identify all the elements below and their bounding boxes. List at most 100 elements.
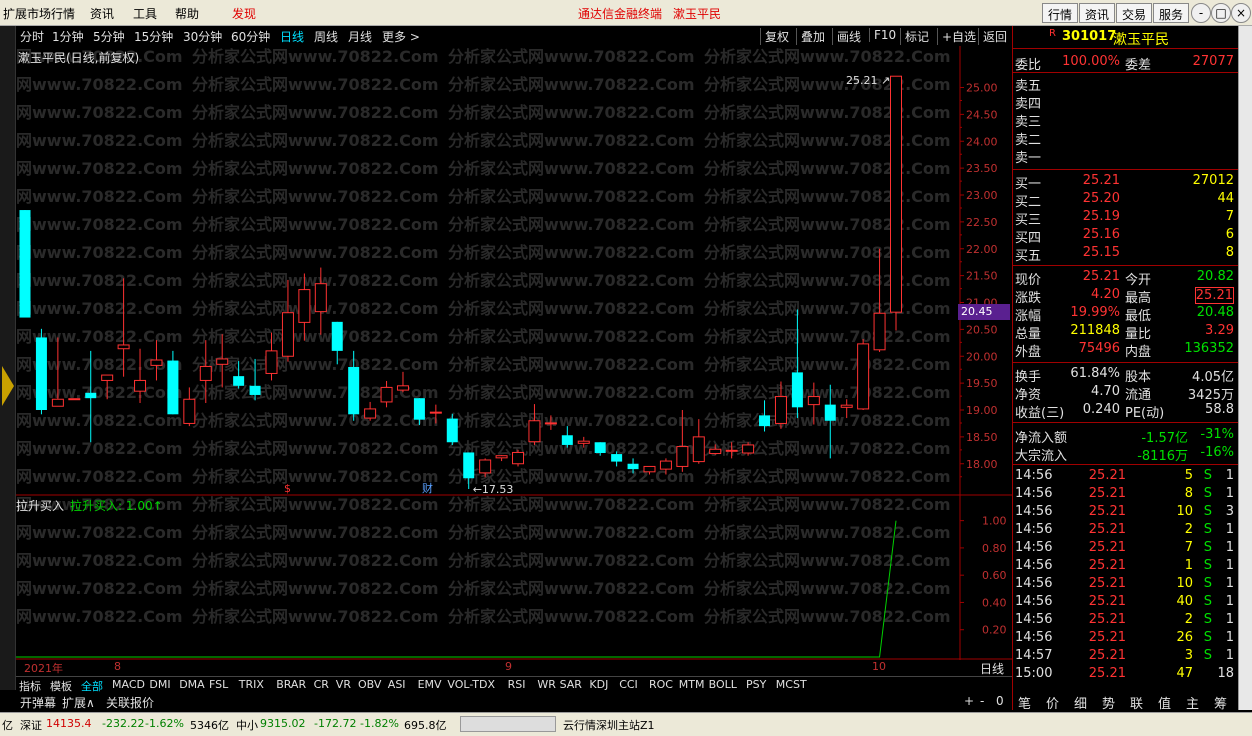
watermark-text: 分析家公式网www.70822.Com (16, 467, 183, 486)
period-30min[interactable]: 30分钟 (183, 28, 222, 45)
indicator-tab-24[interactable]: MCST (776, 678, 807, 691)
quote-tab-1[interactable]: 价 (1046, 693, 1059, 712)
indicator-tab-14[interactable]: VOL-TDX (447, 678, 495, 691)
menu-help[interactable]: 帮助 (175, 5, 199, 22)
indicator-tab-6[interactable]: FSL (209, 678, 228, 691)
quote-tab-0[interactable]: 笔 (1018, 693, 1031, 712)
indicator-tab-7[interactable]: TRIX (239, 678, 264, 691)
menu-info[interactable]: 资讯 (90, 5, 114, 22)
period-daily[interactable]: 日线 (280, 28, 304, 45)
indicator-tab-13[interactable]: EMV (418, 678, 442, 691)
chart-canvas[interactable]: 分析家公式网www.70822.Com 分析家公式网www.70822.Com 分析… (16, 46, 1012, 660)
buy-price: 25.20 (1082, 191, 1120, 206)
indicator-tab-17[interactable]: SAR (560, 678, 582, 691)
quote-tab-3[interactable]: 势 (1102, 693, 1115, 712)
server-status[interactable]: 云行情深圳主站Z1 (563, 717, 655, 733)
period-1min[interactable]: 1分钟 (52, 28, 84, 45)
adjust-button[interactable]: 复权 (760, 28, 789, 45)
back-button[interactable]: 返回 (978, 28, 1007, 45)
scrollbar[interactable] (1238, 26, 1252, 710)
indicator-tab-19[interactable]: CCI (619, 678, 638, 691)
tick-count: 3 (1225, 504, 1234, 519)
trade-button[interactable]: 交易 (1116, 3, 1153, 23)
indicator-tab-12[interactable]: ASI (388, 678, 406, 691)
quote-tab-2[interactable]: 细 (1074, 693, 1087, 712)
quote-tab-4[interactable]: 联 (1130, 693, 1143, 712)
tick-side: S (1203, 594, 1212, 609)
indicator-tab-18[interactable]: KDJ (589, 678, 608, 691)
buy-price: 25.15 (1082, 245, 1120, 260)
expand-arrow-icon[interactable] (2, 366, 14, 406)
tick-volume: 10 (1176, 504, 1193, 519)
candle-body (85, 392, 97, 399)
maximize-button[interactable]: □ (1211, 3, 1231, 23)
period-weekly[interactable]: 周线 (314, 28, 338, 45)
draw-button[interactable]: 画线 (832, 28, 861, 45)
period-more[interactable]: 更多 > (382, 28, 420, 45)
watermark-text: 分析家公式网www.70822.Com (192, 355, 439, 374)
indicator-tab-9[interactable]: CR (314, 678, 329, 691)
mark-button[interactable]: 标记 (900, 28, 929, 45)
zoom-reset-button[interactable]: 0 (996, 694, 1004, 708)
menu-extended-market[interactable]: 扩展市场行情 (3, 5, 75, 22)
watermark-text: 分析家公式网www.70822.Com (448, 355, 695, 374)
menu-discover[interactable]: 发现 (232, 5, 256, 22)
service-button[interactable]: 服务 (1153, 3, 1190, 23)
candle-body (429, 411, 442, 414)
candle-body (19, 210, 31, 318)
indicator-tab-3[interactable]: MACD (112, 678, 145, 691)
kline-chart[interactable]: 分析家公式网www.70822.Com 分析家公式网www.70822.Com 分析… (16, 46, 1012, 660)
period-timeshare[interactable]: 分时 (20, 28, 44, 45)
f10-button[interactable]: F10 (869, 28, 896, 42)
indicator-tab-8[interactable]: BRAR (276, 678, 306, 691)
close-button[interactable]: × (1231, 3, 1251, 23)
minimize-button[interactable]: - (1191, 3, 1211, 23)
indicator-tab-4[interactable]: DMI (149, 678, 170, 691)
indicator-tab-22[interactable]: BOLL (709, 678, 737, 691)
tick-time: 14:56 (1015, 468, 1053, 483)
flow-value: -8116万 (1137, 449, 1188, 464)
left-collapse-strip[interactable] (0, 26, 16, 690)
period-5min[interactable]: 5分钟 (93, 28, 125, 45)
indicator-tab-21[interactable]: MTM (679, 678, 705, 691)
watermark-text: 分析家公式网www.70822.Com (448, 551, 695, 570)
candle-body (643, 465, 656, 473)
tick-volume: 2 (1184, 612, 1193, 627)
buy-label: 买五 (1015, 249, 1042, 264)
related-quotes-tab[interactable]: 关联报价 (106, 694, 154, 711)
indicator-tab-20[interactable]: ROC (649, 678, 673, 691)
indicator-tab-23[interactable]: PSY (746, 678, 766, 691)
watermark-text: 分析家公式网www.70822.Com (448, 103, 695, 122)
period-60min[interactable]: 60分钟 (231, 28, 270, 45)
overlay-button[interactable]: 叠加 (796, 28, 825, 45)
indicator-tab-5[interactable]: DMA (179, 678, 205, 691)
watermark-text: 分析家公式网www.70822.Com (704, 383, 951, 402)
watermark-text: 分析家公式网www.70822.Com (448, 243, 695, 262)
danmaku-tab[interactable]: 开弹幕 (20, 694, 56, 711)
period-15min[interactable]: 15分钟 (134, 28, 173, 45)
add-watchlist-button[interactable]: +自选 (937, 28, 976, 45)
zoom-in-button[interactable]: + (964, 694, 974, 708)
quotes-button[interactable]: 行情 (1042, 3, 1079, 23)
extend-tab[interactable]: 扩展∧ (62, 694, 95, 711)
buy-price: 25.19 (1082, 209, 1120, 224)
quote-tab-6[interactable]: 主 (1186, 693, 1199, 712)
zoom-out-button[interactable]: - (980, 694, 984, 708)
price-tick-label: 25.00 (966, 82, 998, 95)
indicator-tab-11[interactable]: OBV (358, 678, 381, 691)
tick-time: 14:56 (1015, 504, 1053, 519)
menu-tools[interactable]: 工具 (133, 5, 157, 22)
quote-tab-5[interactable]: 值 (1158, 693, 1171, 712)
indicator-tab-15[interactable]: RSI (508, 678, 526, 691)
quote-tab-7[interactable]: 筹 (1214, 693, 1227, 712)
watermark-text: 分析家公式网www.70822.Com (192, 215, 439, 234)
tick-volume: 10 (1176, 576, 1193, 591)
dividend-marker: $ (284, 482, 291, 495)
period-monthly[interactable]: 月线 (348, 28, 372, 45)
news-button[interactable]: 资讯 (1079, 3, 1116, 23)
sz-label: 深证 (20, 719, 42, 732)
indicator-tab-16[interactable]: WR (537, 678, 556, 691)
stat-label: 外盘 (1015, 345, 1042, 360)
tick-price: 25.21 (1088, 522, 1126, 537)
indicator-tab-10[interactable]: VR (336, 678, 351, 691)
